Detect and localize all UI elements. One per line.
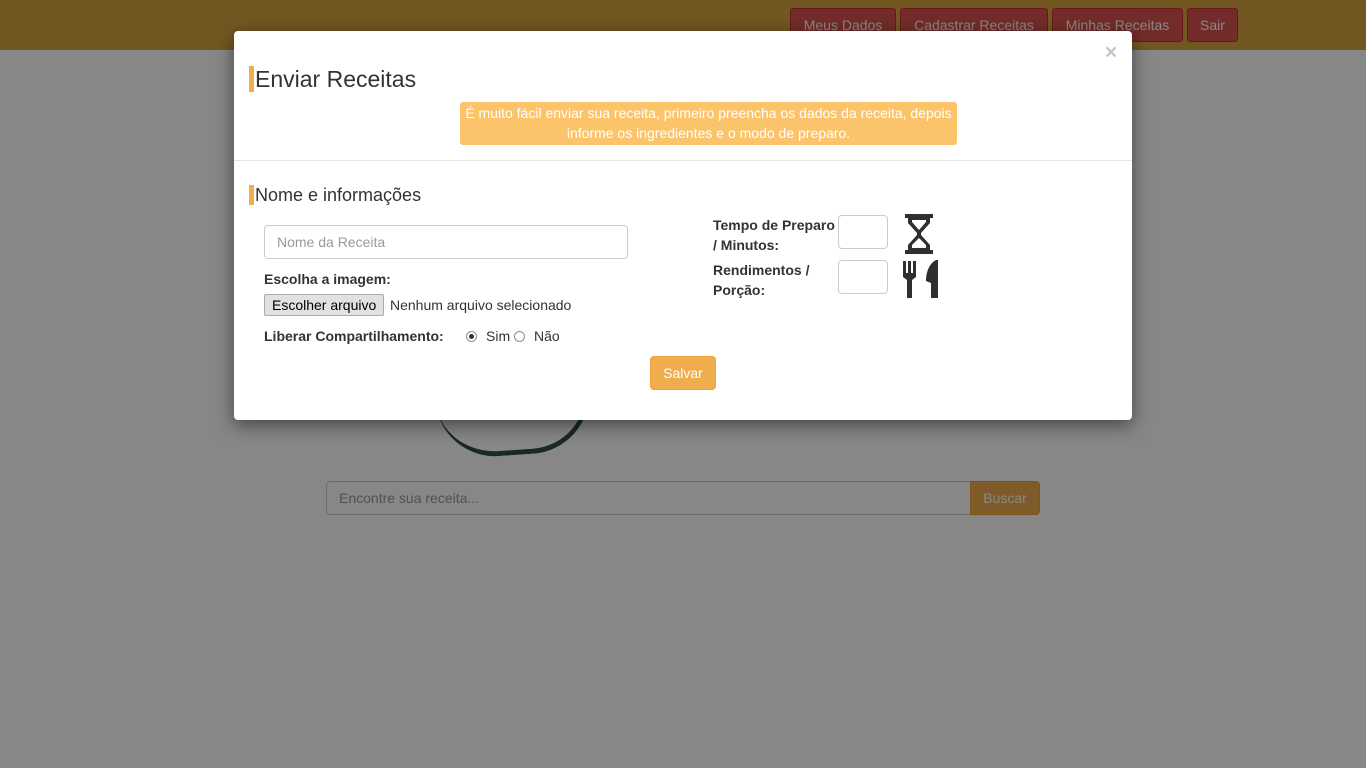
share-no-radio[interactable]	[514, 331, 525, 342]
choose-file-button[interactable]: Escolher arquivo	[264, 294, 385, 316]
file-status: Nenhum arquivo selecionado	[390, 297, 572, 313]
image-label: Escolha a imagem:	[264, 271, 391, 287]
prep-time-label-line-2: / Minutos:	[713, 237, 780, 253]
info-banner-line-1: É muito fácil enviar sua receita, primei…	[465, 105, 952, 121]
prep-time-input[interactable]	[838, 215, 888, 249]
share-no-label: Não	[534, 328, 560, 344]
send-recipe-modal: × Enviar Receitas É muito fácil enviar s…	[234, 31, 1132, 420]
save-button[interactable]: Salvar	[650, 356, 716, 390]
hourglass-icon	[905, 214, 933, 259]
fork-knife-icon	[902, 259, 940, 304]
close-icon[interactable]: ×	[1103, 42, 1119, 63]
modal-header: × Enviar Receitas É muito fácil enviar s…	[234, 31, 1132, 161]
prep-time-label-line-1: Tempo de Preparo	[713, 217, 835, 233]
info-banner: É muito fácil enviar sua receita, primei…	[460, 102, 957, 145]
share-yes-label: Sim	[486, 328, 511, 344]
recipe-name-input[interactable]	[264, 225, 628, 259]
modal-title: Enviar Receitas	[249, 66, 416, 92]
share-yes-radio[interactable]	[466, 331, 477, 342]
share-label: Liberar Compartilhamento:	[264, 328, 444, 344]
yield-label-line-2: Porção:	[713, 282, 766, 298]
yield-label: Rendimentos / Porção:	[713, 260, 809, 300]
info-banner-line-2: informe os ingredientes e o modo de prep…	[566, 125, 851, 141]
yield-label-line-1: Rendimentos /	[713, 262, 810, 278]
prep-time-label: Tempo de Preparo / Minutos:	[713, 215, 835, 255]
yield-input[interactable]	[838, 260, 888, 294]
section-title: Nome e informações	[249, 185, 421, 205]
